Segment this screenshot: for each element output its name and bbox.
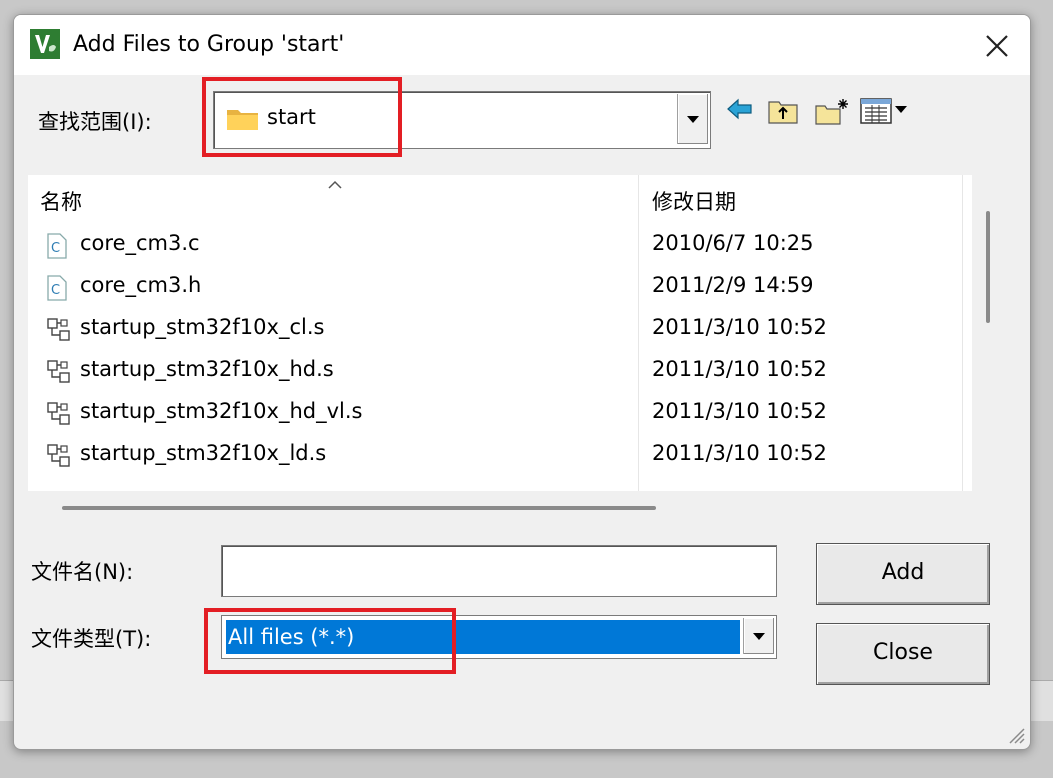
resize-grip-icon[interactable]: [1004, 723, 1026, 749]
look-in-dropdown-button[interactable]: [677, 94, 708, 144]
file-date: 2011/3/10 10:52: [652, 357, 827, 381]
annotation-box-file-type: [204, 608, 456, 674]
close-button[interactable]: Close: [816, 623, 990, 685]
keil-uvision-icon: [30, 29, 60, 59]
svg-text:C: C: [51, 241, 60, 256]
annotation-box-look-in: [202, 77, 402, 157]
file-name: startup_stm32f10x_ld.s: [80, 441, 327, 465]
file-type-dropdown-button[interactable]: [743, 618, 774, 654]
up-folder-icon[interactable]: [767, 97, 799, 129]
c-file-icon: C: [46, 233, 68, 263]
title-bar: Add Files to Group 'start': [14, 15, 1030, 75]
asm-file-icon: [46, 401, 72, 431]
list-item[interactable]: startup_stm32f10x_hd.s 2011/3/10 10:52: [28, 351, 972, 393]
file-name: core_cm3.c: [80, 231, 200, 255]
file-date: 2010/6/7 10:25: [652, 231, 814, 255]
c-file-icon: C: [46, 275, 68, 305]
file-date: 2011/3/10 10:52: [652, 441, 827, 465]
horizontal-scrollbar[interactable]: [62, 506, 656, 510]
file-date: 2011/3/10 10:52: [652, 315, 827, 339]
file-name: startup_stm32f10x_cl.s: [80, 315, 325, 339]
svg-text:C: C: [51, 283, 60, 298]
list-item[interactable]: C core_cm3.h 2011/2/9 14:59: [28, 267, 972, 309]
file-list[interactable]: 名称 修改日期 C core_cm3.c 2010/6/7 10:25 C co…: [28, 175, 972, 491]
view-menu-icon[interactable]: [860, 97, 916, 129]
look-in-label: 查找范围(I):: [38, 110, 152, 134]
vertical-scrollbar[interactable]: [986, 211, 990, 323]
file-name-field[interactable]: [221, 545, 777, 597]
list-item[interactable]: startup_stm32f10x_hd_vl.s 2011/3/10 10:5…: [28, 393, 972, 435]
window-title: Add Files to Group 'start': [73, 32, 345, 57]
list-item[interactable]: startup_stm32f10x_ld.s 2011/3/10 10:52: [28, 435, 972, 477]
list-item[interactable]: C core_cm3.c 2010/6/7 10:25: [28, 225, 972, 267]
file-date: 2011/3/10 10:52: [652, 399, 827, 423]
file-name: startup_stm32f10x_hd.s: [80, 357, 334, 381]
new-folder-icon[interactable]: [814, 97, 850, 129]
file-name: startup_stm32f10x_hd_vl.s: [80, 399, 363, 423]
file-list-header: 名称 修改日期: [28, 175, 972, 223]
chevron-down-icon: [753, 633, 765, 640]
list-item[interactable]: startup_stm32f10x_cl.s 2011/3/10 10:52: [28, 309, 972, 351]
add-button[interactable]: Add: [816, 543, 990, 605]
asm-file-icon: [46, 317, 72, 347]
asm-file-icon: [46, 359, 72, 389]
file-date: 2011/2/9 14:59: [652, 273, 814, 297]
file-name-label: 文件名(N):: [31, 560, 134, 584]
file-name: core_cm3.h: [80, 273, 202, 297]
file-type-label: 文件类型(T):: [31, 627, 152, 651]
back-arrow-icon[interactable]: [726, 97, 754, 125]
close-icon[interactable]: [980, 29, 1014, 63]
chevron-down-icon: [687, 116, 699, 123]
column-header-modified[interactable]: 修改日期: [652, 186, 736, 216]
sort-up-icon: [327, 175, 343, 194]
add-files-dialog: Add Files to Group 'start' 查找范围(I): star…: [13, 14, 1031, 750]
column-header-name[interactable]: 名称: [40, 186, 82, 216]
asm-file-icon: [46, 443, 72, 473]
